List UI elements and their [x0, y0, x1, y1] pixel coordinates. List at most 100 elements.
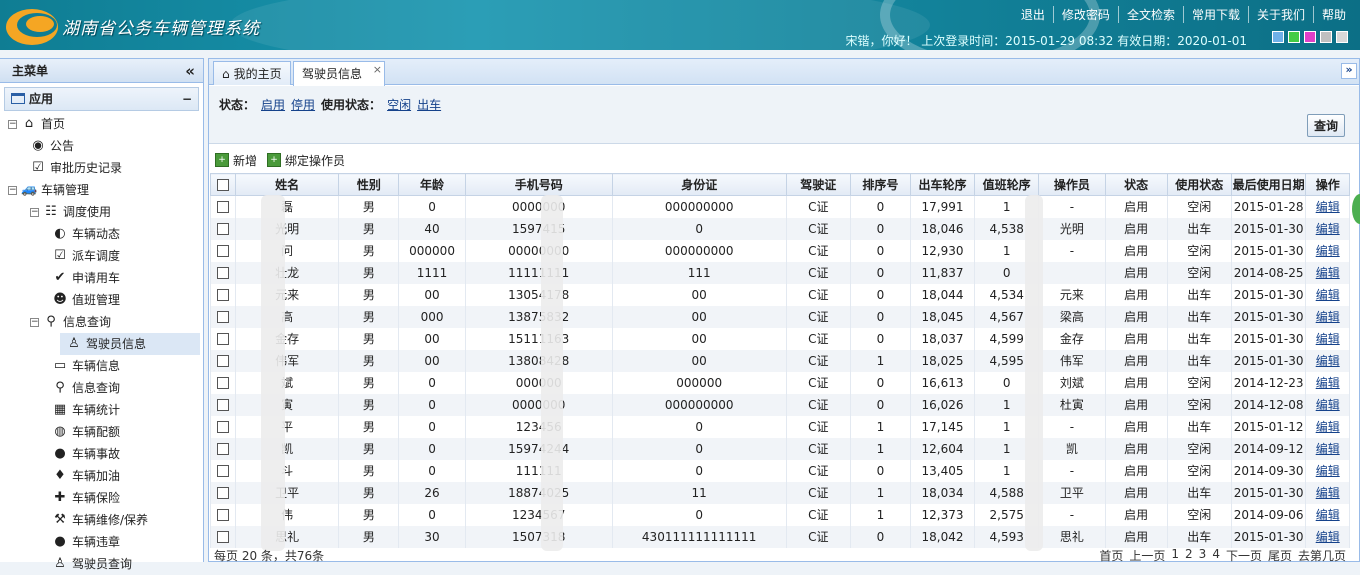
checkbox-cell[interactable] [210, 503, 236, 526]
table-row[interactable]: 凯男 0 15974244 0 C证 1 12,604 1 凯启用 空闲 2014-09-12 编辑 [210, 437, 1350, 460]
table-row[interactable]: 伟男 0 1234567 0 C证 1 12,373 2,575- 启用 空闲 2014-09-06… [210, 503, 1350, 526]
pager-link[interactable]: 去第几页 [1298, 547, 1346, 564]
sidebar-item-13[interactable]: ▦ 车辆统计 [52, 399, 120, 421]
row-checkbox[interactable] [216, 355, 229, 367]
edit-link[interactable]: 编辑 [1305, 393, 1350, 416]
edit-link[interactable]: 编辑 [1305, 195, 1350, 218]
sidebar-item-14[interactable]: ◍ 车辆配额 [52, 421, 120, 443]
sidebar-item-6[interactable]: ☑ 派车调度 [52, 245, 120, 267]
checkbox-cell[interactable] [210, 305, 236, 328]
collapse-minus-icon[interactable]: − [182, 88, 192, 110]
edit-link[interactable]: 编辑 [1305, 283, 1350, 306]
theme-swatch-3[interactable] [1320, 31, 1332, 43]
sidebar-item-9[interactable]: − ⚲ 信息查询 [30, 311, 111, 333]
edit-link[interactable]: 编辑 [1305, 371, 1350, 394]
table-row[interactable]: 高男 000 13875832 00 C证 0 18,045 4,567 梁高 启用 出车 2015-… [210, 305, 1350, 328]
downloads-link[interactable]: 常用下载 [1182, 6, 1248, 23]
checkbox-cell[interactable] [210, 525, 236, 548]
checkbox-cell[interactable] [210, 195, 236, 218]
status-disabled-link[interactable]: 停用 [291, 96, 315, 113]
table-row[interactable]: 斌男 0 000000 000000 C证 0 16,613 0 刘斌 启用 空闲 2014-12-2… [210, 371, 1350, 394]
bind-operator-button[interactable]: + 绑定操作员 [267, 152, 345, 169]
checkbox-cell[interactable] [210, 415, 236, 438]
theme-swatch-1[interactable] [1288, 31, 1300, 43]
use-status-idle-link[interactable]: 空闲 [387, 96, 411, 113]
edit-link[interactable]: 编辑 [1305, 327, 1350, 350]
close-icon[interactable]: × [373, 59, 382, 81]
pager-link[interactable]: 下一页 [1226, 547, 1262, 564]
sidebar-item-0[interactable]: − ⌂ 首页 [8, 113, 65, 135]
checkbox-cell[interactable] [210, 393, 236, 416]
row-checkbox[interactable] [216, 289, 229, 301]
sidebar-item-8[interactable]: ☻ 值班管理 [52, 289, 120, 311]
pager-link[interactable]: 尾页 [1268, 547, 1292, 564]
row-checkbox[interactable] [216, 311, 229, 323]
tree-expander-icon[interactable]: − [30, 317, 39, 327]
sidebar-item-4[interactable]: − ☷ 调度使用 [30, 201, 111, 223]
row-checkbox[interactable] [216, 509, 229, 521]
row-checkbox[interactable] [216, 267, 229, 279]
table-row[interactable]: 元来男 00 13054178 00 C证 0 18,044 4,534 元来 启用 出车 2015-… [210, 283, 1350, 306]
sidebar-item-17[interactable]: ✚ 车辆保险 [52, 487, 120, 509]
row-checkbox[interactable] [216, 531, 229, 543]
select-all-checkbox[interactable] [216, 179, 229, 191]
sidebar-item-2[interactable]: ☑ 审批历史记录 [30, 157, 122, 179]
edit-link[interactable]: 编辑 [1305, 261, 1350, 284]
edit-link[interactable]: 编辑 [1305, 459, 1350, 482]
tab-home[interactable]: ⌂ 我的主页 [213, 61, 291, 85]
table-row[interactable]: 壮龙男 1111 11111111 111 C证 0 11,837 0 启用 空闲 2014-08-… [210, 261, 1350, 284]
theme-swatch-0[interactable] [1272, 31, 1284, 43]
about-link[interactable]: 关于我们 [1247, 6, 1313, 23]
checkbox-cell[interactable] [210, 371, 236, 394]
checkbox-cell[interactable] [210, 283, 236, 306]
use-status-out-link[interactable]: 出车 [417, 96, 441, 113]
theme-swatch-4[interactable] [1336, 31, 1348, 43]
sidebar-item-7[interactable]: ✔ 申请用车 [52, 267, 120, 289]
table-row[interactable]: 思礼男 30 1507318 430111111111111 C证 0 18,042 4,59… [210, 525, 1350, 548]
pager-link[interactable]: 1 [1171, 547, 1179, 564]
sidebar-item-11[interactable]: ▭ 车辆信息 [52, 355, 120, 377]
row-checkbox[interactable] [216, 399, 229, 411]
pager-link[interactable]: 上一页 [1129, 547, 1165, 564]
edit-link[interactable]: 编辑 [1305, 437, 1350, 460]
double-chevron-left-icon[interactable]: « [185, 59, 195, 83]
edit-link[interactable]: 编辑 [1305, 305, 1350, 328]
status-enabled-link[interactable]: 启用 [261, 96, 285, 113]
edit-link[interactable]: 编辑 [1305, 525, 1350, 548]
table-row[interactable]: 寅男 0 0000000 000000000 C证 0 16,026 1 杜寅 启用 空闲 2014-… [210, 393, 1350, 416]
sidebar-item-16[interactable]: ♦ 车辆加油 [52, 465, 120, 487]
sidebar-item-18[interactable]: ⚒ 车辆维修/保养 [52, 509, 148, 531]
row-checkbox[interactable] [216, 245, 229, 257]
checkbox-cell[interactable] [210, 261, 236, 284]
row-checkbox[interactable] [216, 421, 229, 433]
sidebar-item-12[interactable]: ⚲ 信息查询 [52, 377, 120, 399]
row-checkbox[interactable] [216, 487, 229, 499]
edit-link[interactable]: 编辑 [1305, 217, 1350, 240]
tab-driver-info[interactable]: 驾驶员信息 × [293, 61, 385, 86]
select-all-checkbox-cell[interactable] [210, 173, 236, 196]
edit-link[interactable]: 编辑 [1305, 415, 1350, 438]
sidebar-item-5[interactable]: ◐ 车辆动态 [52, 223, 120, 245]
row-checkbox[interactable] [216, 201, 229, 214]
edit-link[interactable]: 编辑 [1305, 349, 1350, 372]
sidebar-item-1[interactable]: ◉ 公告 [30, 135, 74, 157]
checkbox-cell[interactable] [210, 239, 236, 262]
double-chevron-down-icon[interactable]: » [1341, 63, 1357, 79]
sidebar-item-19[interactable]: ● 车辆违章 [52, 531, 120, 553]
pager-link[interactable]: 2 [1185, 547, 1193, 564]
add-button[interactable]: + 新增 [215, 152, 257, 169]
checkbox-cell[interactable] [210, 437, 236, 460]
checkbox-cell[interactable] [210, 349, 236, 372]
checkbox-cell[interactable] [210, 217, 236, 240]
sidebar-item-3[interactable]: − 🚙 车辆管理 [8, 179, 89, 201]
row-checkbox[interactable] [216, 443, 229, 455]
row-checkbox[interactable] [216, 465, 229, 477]
pager-link[interactable]: 首页 [1099, 547, 1123, 564]
table-row[interactable]: 问男 000000 00000000 000000000 C证 0 12,930 1- 启用 空闲… [210, 239, 1350, 262]
help-link[interactable]: 帮助 [1312, 6, 1354, 23]
sidebar-item-10[interactable]: ♙ 驾驶员信息 [60, 333, 200, 355]
checkbox-cell[interactable] [210, 459, 236, 482]
sidebar-item-15[interactable]: ● 车辆事故 [52, 443, 120, 465]
row-checkbox[interactable] [216, 377, 229, 389]
edit-link[interactable]: 编辑 [1305, 239, 1350, 262]
